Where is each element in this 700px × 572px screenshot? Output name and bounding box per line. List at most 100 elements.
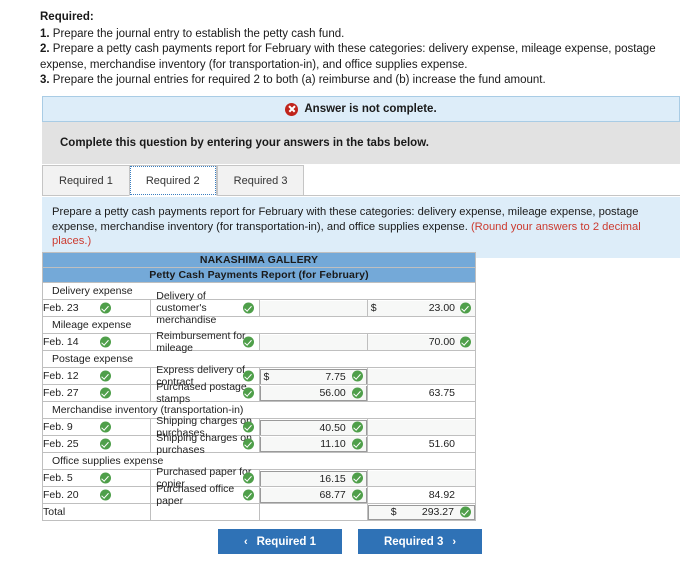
- next-required-button[interactable]: Required 3 ›: [358, 529, 482, 554]
- answer-status-text: Answer is not complete.: [304, 103, 437, 115]
- check-circle-icon: [351, 438, 363, 450]
- tab-required-3-label: Required 3: [233, 174, 288, 187]
- cell-amount-col1[interactable]: [258, 333, 368, 351]
- answer-status-banner: Answer is not complete.: [42, 96, 680, 122]
- required-item-3: 3. Prepare the journal entries for requi…: [40, 73, 690, 89]
- chevron-left-icon: ‹: [243, 535, 248, 548]
- check-circle-icon: [351, 421, 363, 433]
- date-value: Feb. 9: [43, 421, 73, 433]
- required-heading: Required:: [40, 11, 94, 23]
- check-circle-icon: [100, 302, 111, 314]
- table-row: Feb. 9 Shipping charges on purchases 40.…: [41, 415, 477, 439]
- cell-date[interactable]: Feb. 14: [41, 333, 152, 351]
- table-row: Feb. 12 Express delivery of contract $7.…: [41, 364, 477, 388]
- required-item-1: 1. Prepare the journal entry to establis…: [40, 27, 690, 43]
- cell-amount-col1[interactable]: [258, 299, 368, 317]
- cell-amount-col2[interactable]: 51.60: [366, 435, 477, 453]
- amount-col2-value: 84.92: [428, 489, 455, 501]
- check-circle-icon: [242, 370, 254, 382]
- category-label-office-supplies-expense: Office supplies expense: [42, 452, 476, 470]
- date-value: Feb. 5: [43, 472, 73, 484]
- cell-amount-col2[interactable]: 70.00: [366, 333, 477, 351]
- table-row: Feb. 20 Purchased office paper 68.77 84.…: [41, 483, 477, 507]
- category-row: Mileage expense: [42, 316, 476, 334]
- check-circle-icon: [460, 302, 471, 314]
- cell-description[interactable]: Shipping charges on purchases: [150, 432, 260, 456]
- cell-date[interactable]: Feb. 12: [41, 367, 152, 385]
- cell-amount-col2[interactable]: 63.75: [366, 384, 477, 402]
- petty-cash-payments-report-table: NAKASHIMA GALLERY Petty Cash Payments Re…: [41, 252, 477, 521]
- cell-amount-col1[interactable]: 11.10: [258, 435, 368, 453]
- cell-date[interactable]: Feb. 9: [41, 418, 152, 436]
- cell-date[interactable]: Feb. 20: [41, 486, 152, 504]
- cell-description[interactable]: Delivery of customer's merchandise: [150, 290, 260, 326]
- report-company-row: NAKASHIMA GALLERY: [42, 252, 476, 268]
- cell-amount-col2[interactable]: [366, 367, 477, 385]
- cell-description[interactable]: Purchased postage stamps: [150, 381, 260, 405]
- amount-col1-value: 11.10: [320, 437, 346, 450]
- report-company-name: NAKASHIMA GALLERY: [42, 252, 476, 268]
- cell-amount-col1[interactable]: $7.75: [258, 367, 368, 385]
- tab-required-3[interactable]: Required 3: [216, 165, 305, 196]
- check-circle-icon: [100, 438, 111, 450]
- date-value: Feb. 25: [43, 438, 79, 450]
- currency-symbol: $: [370, 302, 377, 314]
- check-circle-icon: [242, 387, 254, 399]
- table-row: Feb. 5 Purchased paper for copier 16.15: [41, 466, 477, 490]
- requirement-prompt: Prepare a petty cash payments report for…: [42, 197, 680, 258]
- cell-total-amount[interactable]: $293.27: [366, 503, 477, 521]
- check-circle-icon: [351, 387, 363, 399]
- check-circle-icon: [351, 370, 363, 382]
- required-item-1-text: Prepare the journal entry to establish t…: [52, 27, 345, 40]
- tab-required-1-label: Required 1: [59, 174, 113, 187]
- cell-amount-col2[interactable]: [366, 469, 477, 487]
- total-blank-amount1: [258, 503, 368, 521]
- report-subtitle-row: Petty Cash Payments Report (for February…: [42, 267, 476, 283]
- required-item-1-number: 1.: [40, 27, 50, 40]
- cell-amount-col1[interactable]: 40.50: [258, 418, 368, 436]
- tab-required-1[interactable]: Required 1: [42, 165, 129, 196]
- amount-col2-value: 23.00: [428, 302, 455, 314]
- cell-amount-col1[interactable]: 68.77: [258, 486, 368, 504]
- required-item-3-text: Prepare the journal entries for required…: [52, 74, 546, 86]
- cell-amount-col2[interactable]: $23.00: [366, 299, 477, 317]
- amount-col1-value: 56.00: [319, 386, 346, 399]
- category-row: Delivery expense: [42, 282, 476, 300]
- date-value: Feb. 27: [43, 387, 79, 399]
- cell-date[interactable]: Feb. 27: [41, 384, 152, 402]
- category-label-postage-expense: Postage expense: [42, 350, 476, 368]
- date-value: Feb. 20: [43, 489, 79, 501]
- total-blank-desc: [150, 503, 260, 521]
- amount-col2-value: 51.60: [428, 438, 455, 450]
- required-item-2-text: Prepare a petty cash payments report for…: [40, 43, 656, 71]
- chevron-right-icon: ›: [452, 535, 457, 548]
- cell-amount-col2[interactable]: 84.92: [366, 486, 477, 504]
- table-row: Feb. 14 Reimbursement for mileage 70.00: [41, 330, 477, 354]
- check-circle-icon: [242, 421, 254, 433]
- cell-description[interactable]: Purchased office paper: [150, 483, 260, 507]
- table-row-total: Total $293.27: [41, 503, 477, 521]
- error-circle-icon: [285, 102, 299, 116]
- required-item-3-number: 3.: [40, 74, 50, 86]
- table-row: Feb. 23 Delivery of customer's merchandi…: [41, 290, 477, 326]
- cell-date[interactable]: Feb. 23: [41, 299, 152, 317]
- date-value: Feb. 23: [43, 302, 79, 314]
- check-circle-icon: [460, 506, 471, 518]
- cell-description[interactable]: Reimbursement for mileage: [150, 330, 260, 354]
- check-circle-icon: [100, 336, 111, 348]
- amount-col2-value: 70.00: [428, 336, 455, 348]
- requirement-tabs: Required 1 Required 2 Required 3: [42, 165, 305, 196]
- total-amount-value: 293.27: [421, 506, 454, 518]
- cell-amount-col1[interactable]: 16.15: [258, 469, 368, 487]
- cell-amount-col2[interactable]: [366, 418, 477, 436]
- cell-date[interactable]: Feb. 5: [41, 469, 152, 487]
- total-label-cell: Total: [41, 503, 152, 521]
- tab-required-2-label: Required 2: [145, 174, 200, 187]
- prev-required-button[interactable]: ‹ Required 1: [218, 529, 342, 554]
- check-circle-icon: [100, 472, 111, 484]
- category-row: Merchandise inventory (transportation-in…: [42, 401, 476, 419]
- cell-date[interactable]: Feb. 25: [41, 435, 152, 453]
- cell-amount-col1[interactable]: 56.00: [258, 384, 368, 402]
- check-circle-icon: [100, 421, 111, 433]
- tab-required-2[interactable]: Required 2: [128, 165, 217, 196]
